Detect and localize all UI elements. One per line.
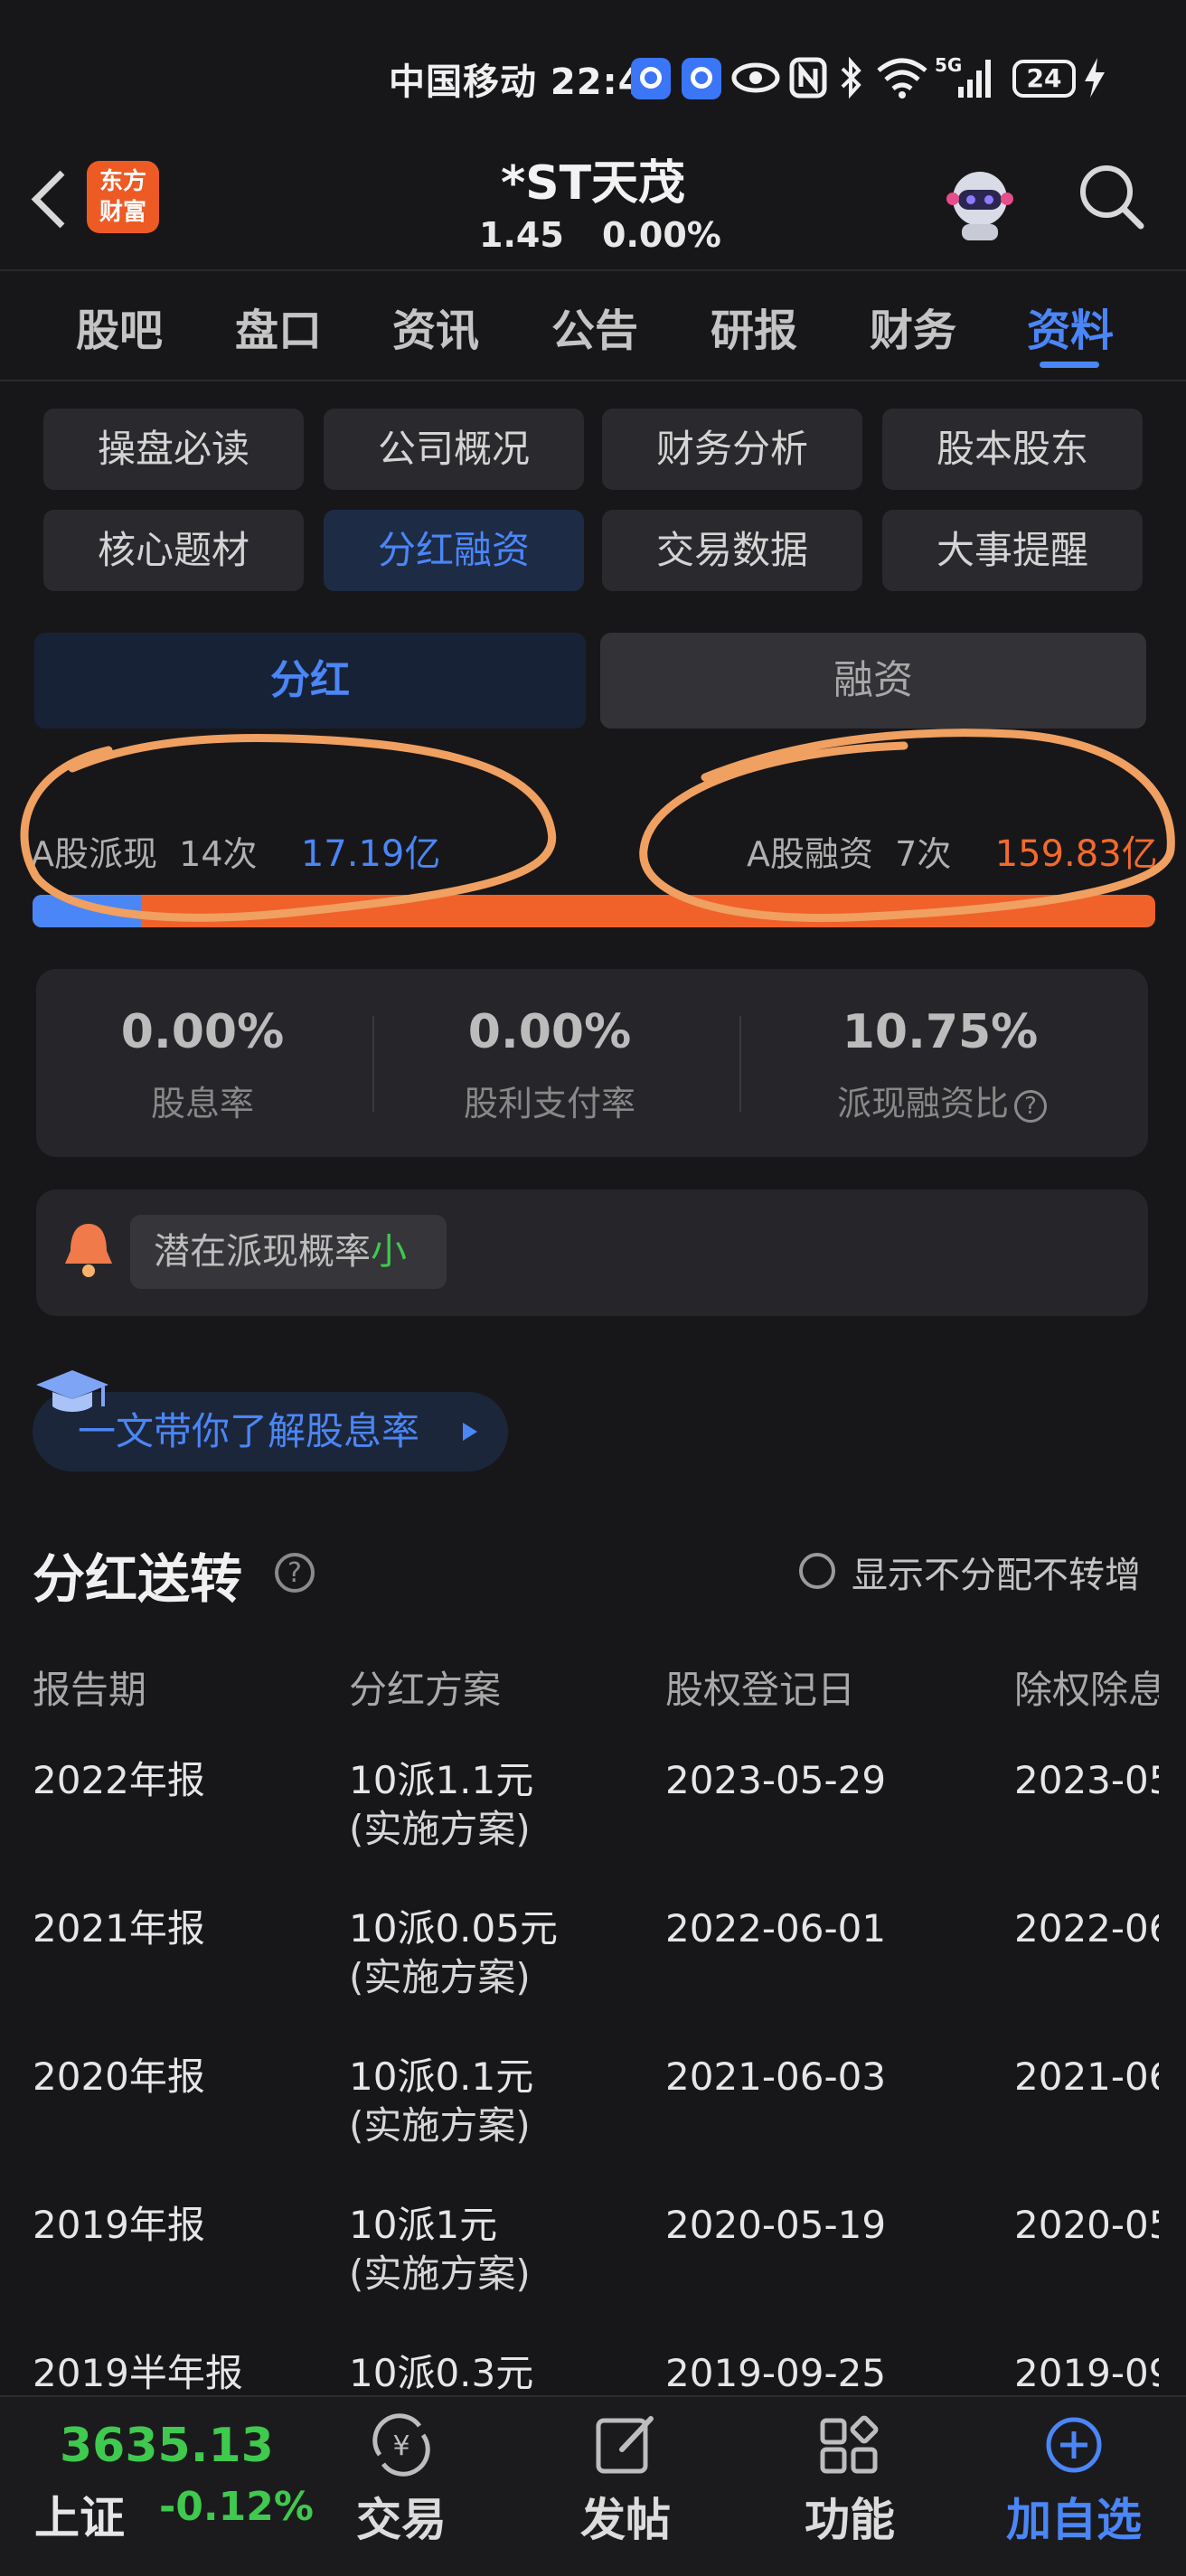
table-cell-ex-date: 2019-09-26 xyxy=(1014,2351,1159,2395)
nav-trade[interactable]: 交易 xyxy=(329,2484,474,2549)
table-cell-record-date: 2023-05-29 xyxy=(665,1758,887,1802)
grid-functions-icon[interactable] xyxy=(815,2413,884,2477)
table-header[interactable]: 分红方案 xyxy=(349,1659,501,1715)
trade-yuan-icon[interactable]: ¥ xyxy=(367,2413,436,2477)
table-cell-plan-note: (实施方案) xyxy=(349,1955,531,1999)
table-cell-period: 2019半年报 xyxy=(33,2351,243,2395)
index-value[interactable]: 3635.13 xyxy=(60,2419,274,2473)
table-cell-plan-note: (实施方案) xyxy=(349,1807,531,1851)
edit-post-icon[interactable] xyxy=(591,2413,660,2477)
table-cell-record-date: 2022-06-01 xyxy=(665,1906,887,1951)
table-header[interactable]: 报告期 xyxy=(33,1659,146,1715)
table-cell-period: 2020年报 xyxy=(33,2054,205,2099)
table-cell-plan: 10派0.05元 xyxy=(349,1906,558,1951)
table-header[interactable]: 股权登记日 xyxy=(665,1659,855,1715)
table-cell-plan-note: (实施方案) xyxy=(349,2103,531,2148)
table-cell-plan: 10派0.1元 xyxy=(349,2054,534,2099)
table-cell-record-date: 2019-09-25 xyxy=(665,2351,887,2395)
table-cell-period: 2022年报 xyxy=(33,1758,205,1802)
table-cell-plan: 10派0.3元 xyxy=(349,2351,534,2395)
svg-text:¥: ¥ xyxy=(392,2430,409,2462)
table-cell-ex-date: 2020-05-20 xyxy=(1014,2203,1159,2247)
nav-post[interactable]: 发帖 xyxy=(553,2484,698,2549)
table-cell-ex-date: 2021-06-04 xyxy=(1014,2054,1159,2099)
nav-add-watchlist[interactable]: 加自选 xyxy=(1002,2484,1146,2549)
table-cell-record-date: 2021-06-03 xyxy=(665,2054,887,2099)
table-cell-ex-date: 2023-05-30 xyxy=(1014,1758,1159,1802)
table-cell-period: 2019年报 xyxy=(33,2203,205,2247)
table-header[interactable]: 除权除息日 xyxy=(1014,1659,1159,1715)
table-cell-period: 2021年报 xyxy=(33,1906,205,1951)
index-name[interactable]: 上证 xyxy=(34,2482,125,2547)
table-cell-plan-note: (实施方案) xyxy=(349,2252,531,2296)
index-change[interactable]: -0.12% xyxy=(159,2484,314,2530)
table-cell-ex-date: 2022-06-02 xyxy=(1014,1906,1159,1951)
table-cell-plan: 10派1.1元 xyxy=(349,1758,534,1802)
table-cell-plan: 10派1元 xyxy=(349,2203,498,2247)
table-cell-record-date: 2020-05-19 xyxy=(665,2203,887,2247)
dividend-table: 报告期 分红方案 股权登记日 除权除息日 2022年报 10派1.1元 (实施方… xyxy=(0,0,1159,2395)
nav-functions[interactable]: 功能 xyxy=(777,2484,922,2549)
add-watchlist-icon[interactable] xyxy=(1040,2413,1108,2477)
